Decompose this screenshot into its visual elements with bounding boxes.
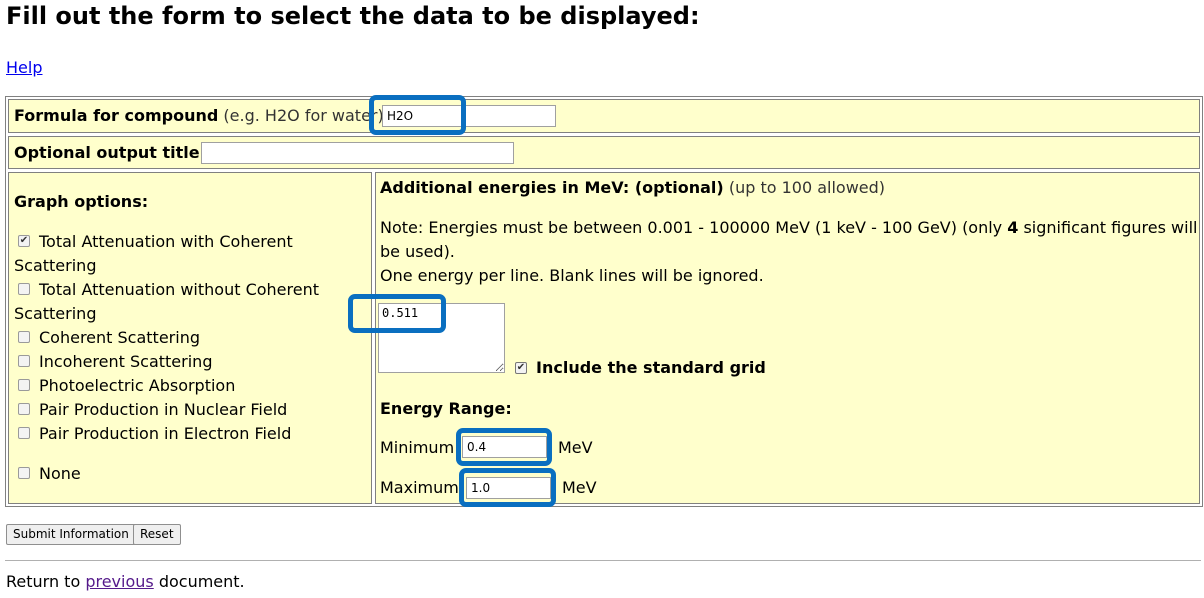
energy-range-heading: Energy Range: [380, 399, 512, 418]
footer-post: document. [153, 572, 245, 591]
energies-heading: Additional energies in MeV: (optional) (… [380, 176, 885, 200]
formula-input[interactable] [382, 105, 556, 127]
footer-pre: Return to [6, 572, 86, 591]
note-bold: 4 [1007, 218, 1019, 237]
formula-label-bold: Formula for compound [14, 106, 219, 125]
minimum-input[interactable] [462, 436, 547, 458]
note-post: significant figures will [1018, 218, 1198, 237]
output-title-row: Optional output title: [8, 136, 1200, 169]
graph-option-label-wrap: Scattering [14, 256, 97, 275]
note-pre: Note: Energies must be between 0.001 - 1… [380, 218, 1008, 237]
graph-option-checkbox[interactable] [18, 331, 30, 343]
help-link[interactable]: Help [6, 56, 42, 80]
none-label: None [39, 464, 81, 483]
output-title-input[interactable] [201, 142, 514, 164]
graph-option-checkbox[interactable] [18, 427, 30, 439]
graph-option-label: Incoherent Scattering [39, 352, 213, 371]
graph-option-label: Photoelectric Absorption [39, 376, 236, 395]
reset-button[interactable]: Reset [133, 524, 181, 545]
formula-row: Formula for compound (e.g. H2O for water… [8, 99, 1200, 133]
minimum-unit: MeV [558, 438, 593, 457]
graph-options-panel: Graph options: ✔ Total Attenuation with C… [8, 172, 372, 504]
graph-option-checkbox[interactable]: ✔ [18, 235, 30, 247]
output-title-label: Optional output title: [14, 143, 207, 162]
maximum-unit: MeV [562, 478, 597, 497]
graph-option-label: Pair Production in Electron Field [39, 424, 292, 443]
energies-note-line3: One energy per line. Blank lines will be… [380, 266, 764, 285]
energies-heading-bold: Additional energies in MeV: (optional) [380, 178, 724, 197]
graph-option-label-wrap: Scattering [14, 304, 97, 323]
formula-label-hint: (e.g. H2O for water): [223, 106, 390, 125]
graph-options-heading: Graph options: [14, 192, 149, 211]
footer-text: Return to previous document. [6, 570, 245, 594]
include-grid-checkbox[interactable]: ✔ [515, 362, 527, 374]
formula-label: Formula for compound (e.g. H2O for water… [14, 104, 389, 128]
page-title: Fill out the form to select the data to … [6, 2, 700, 30]
graph-option-label: Total Attenuation with Coherent [39, 232, 293, 251]
maximum-input[interactable] [466, 477, 551, 499]
submit-button[interactable]: Submit Information [6, 524, 136, 545]
graph-option-checkbox[interactable] [18, 355, 30, 367]
energies-textarea[interactable] [378, 303, 505, 373]
energies-heading-hint: (up to 100 allowed) [728, 178, 886, 197]
maximum-label: Maximum [380, 478, 459, 497]
graph-option-checkbox[interactable] [18, 403, 30, 415]
minimum-label: Minimum [380, 438, 455, 457]
divider [5, 560, 1201, 561]
previous-link[interactable]: previous [85, 572, 153, 591]
graph-option-label: Coherent Scattering [39, 328, 200, 347]
include-grid-label: Include the standard grid [536, 358, 766, 377]
none-checkbox[interactable] [18, 467, 30, 479]
graph-option-label: Total Attenuation without Coherent [39, 280, 319, 299]
graph-option-checkbox[interactable] [18, 283, 30, 295]
energies-note-line2: be used). [380, 242, 455, 261]
graph-option-label: Pair Production in Nuclear Field [39, 400, 288, 419]
graph-option-checkbox[interactable] [18, 379, 30, 391]
energies-note-line1: Note: Energies must be between 0.001 - 1… [380, 216, 1197, 240]
